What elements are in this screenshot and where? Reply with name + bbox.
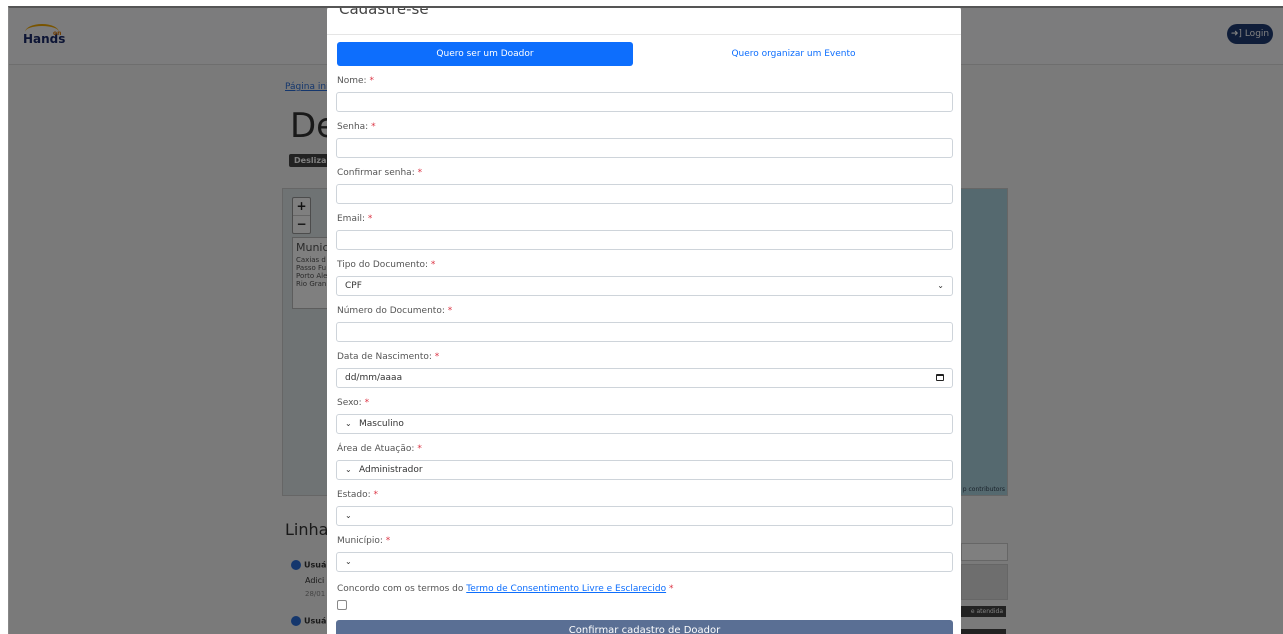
signup-modal: Cadastre-se Quero ser um Doador Quero or… xyxy=(327,6,961,634)
calendar-icon[interactable] xyxy=(936,374,944,381)
terms-checkbox[interactable] xyxy=(337,600,347,610)
nome-label: Nome: * xyxy=(337,76,374,86)
confirmar-senha-label: Confirmar senha: * xyxy=(337,168,423,178)
terms-link[interactable]: Termo de Consentimento Livre e Esclareci… xyxy=(466,584,666,594)
sexo-select[interactable]: ⌄ Masculino xyxy=(336,414,953,434)
chevron-down-icon: ⌄ xyxy=(345,511,352,520)
chevron-down-icon: ⌄ xyxy=(937,281,944,290)
modal-header: Cadastre-se xyxy=(327,6,961,35)
municipio-label: Município: * xyxy=(337,536,391,546)
estado-label: Estado: * xyxy=(337,490,379,500)
sexo-value: Masculino xyxy=(359,419,404,429)
chevron-down-icon: ⌄ xyxy=(345,465,352,474)
tipo-documento-select[interactable]: CPF ⌄ xyxy=(336,276,953,296)
data-nascimento-label: Data de Nascimento: * xyxy=(337,352,440,362)
signup-tabs: Quero ser um Doador Quero organizar um E… xyxy=(337,42,954,66)
sexo-label: Sexo: * xyxy=(337,398,370,408)
nome-input[interactable] xyxy=(336,92,953,112)
estado-select[interactable]: ⌄ xyxy=(336,506,953,526)
chevron-down-icon: ⌄ xyxy=(345,419,352,428)
data-nascimento-placeholder: dd/mm/aaaa xyxy=(345,373,403,383)
email-field[interactable] xyxy=(336,230,953,250)
email-label: Email: * xyxy=(337,214,373,224)
area-atuacao-label: Área de Atuação: * xyxy=(337,444,422,454)
area-atuacao-select[interactable]: ⌄ Administrador xyxy=(336,460,953,480)
modal-title: Cadastre-se xyxy=(339,6,429,18)
tipo-documento-value: CPF xyxy=(345,281,362,291)
tab-donor[interactable]: Quero ser um Doador xyxy=(337,42,633,66)
area-atuacao-value: Administrador xyxy=(359,465,423,475)
browser-viewport: Hands on ➜] Login Página inicial De Desl… xyxy=(8,6,1283,634)
data-nascimento-input[interactable]: dd/mm/aaaa xyxy=(336,368,953,388)
terms-text: Concordo com os termos do Termo de Conse… xyxy=(337,584,674,594)
senha-input[interactable] xyxy=(336,138,953,158)
confirmar-senha-input[interactable] xyxy=(336,184,953,204)
chevron-down-icon: ⌄ xyxy=(345,557,352,566)
numero-documento-input[interactable] xyxy=(336,322,953,342)
tipo-documento-label: Tipo do Documento: * xyxy=(337,260,436,270)
tab-event[interactable]: Quero organizar um Evento xyxy=(633,42,954,66)
numero-documento-label: Número do Documento: * xyxy=(337,306,453,316)
municipio-select[interactable]: ⌄ xyxy=(336,552,953,572)
senha-label: Senha: * xyxy=(337,122,376,132)
